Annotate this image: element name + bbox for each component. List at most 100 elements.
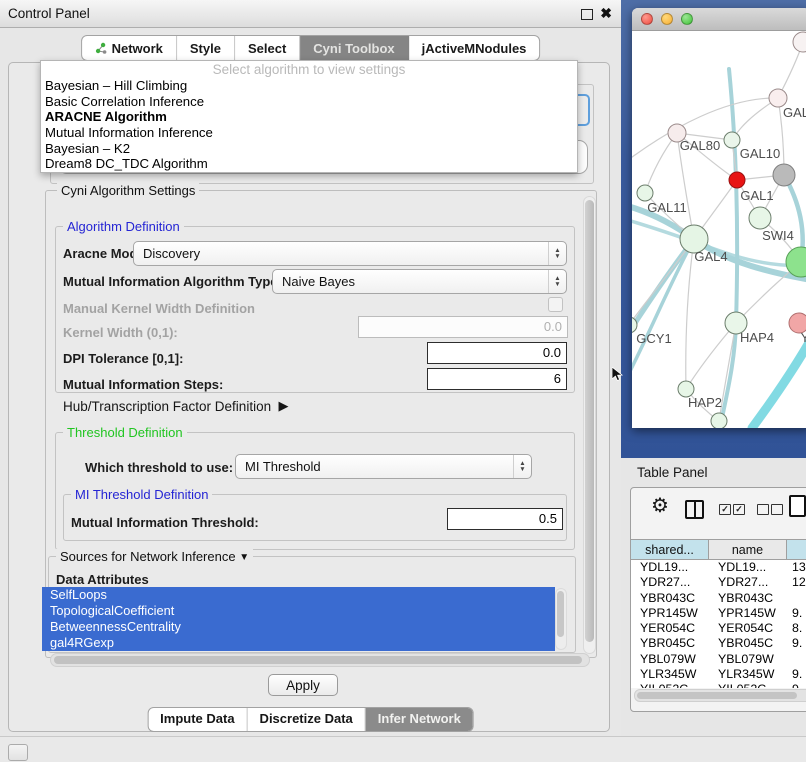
bottom-tab-impute-data[interactable]: Impute Data — [148, 708, 247, 731]
tab-cyni-toolbox[interactable]: Cyni Toolbox — [300, 36, 408, 60]
application-window: Control Panel ✖ Network StyleSelectCyni T… — [0, 0, 806, 762]
control-panel-titlebar: Control Panel ✖ — [0, 0, 621, 28]
algorithm-option-dream8-dc-tdc-algorithm[interactable]: Dream8 DC_TDC Algorithm — [41, 156, 577, 172]
checked-checkbox-icon[interactable]: ✓ — [719, 504, 731, 515]
collapsed-panel-button[interactable] — [8, 744, 28, 761]
gal10-node[interactable] — [724, 132, 740, 148]
network-window-titlebar[interactable] — [632, 8, 806, 31]
table-cell: YER054C — [709, 621, 787, 636]
column-header-2[interactable] — [787, 540, 806, 559]
table-cell: 8. — [787, 621, 806, 636]
node-label-gal11: GAL11 — [647, 200, 687, 215]
table-cell: 9. — [787, 606, 806, 621]
settings-vertical-scrollbar[interactable] — [583, 196, 596, 654]
unlabeled-node[interactable] — [773, 164, 795, 186]
scrollbar-thumb[interactable] — [54, 656, 582, 664]
table-cell: YDR27... — [631, 575, 709, 590]
unlabeled-node[interactable] — [711, 413, 727, 428]
algorithm-option-bayesian-k2[interactable]: Bayesian – K2 — [41, 141, 577, 157]
hub-definition-toggle[interactable]: Hub/Transcription Factor Definition ▶ — [63, 399, 288, 415]
attribute-option-betweennesscentrality[interactable]: BetweennessCentrality — [42, 619, 555, 635]
table-row[interactable]: YPR145WYPR145W9. — [631, 606, 806, 621]
algorithm-definition-legend: Algorithm Definition — [63, 219, 184, 234]
table-cell: YDR27... — [709, 575, 787, 590]
unchecked-checkbox-icon[interactable] — [771, 504, 783, 515]
bottom-tab-infer-network[interactable]: Infer Network — [366, 708, 473, 731]
table-row[interactable]: YER054CYER054C8. — [631, 621, 806, 636]
gear-icon[interactable]: ⚙ — [651, 495, 669, 517]
split-columns-icon[interactable] — [685, 500, 704, 519]
which-threshold-label: Which threshold to use: — [85, 460, 233, 475]
algorithm-option-aracne-algorithm[interactable]: ARACNE Algorithm — [41, 109, 577, 125]
tab-jactivemnodules[interactable]: jActiveMNodules — [409, 36, 540, 60]
node-label-gal4: GAL4 — [694, 249, 727, 264]
node-label-swi4: SWI4 — [762, 228, 794, 243]
column-header-name[interactable]: name — [709, 540, 787, 559]
scrollbar-thumb[interactable] — [557, 591, 564, 637]
table-cell: YIL052C — [631, 682, 709, 688]
zoom-traffic-light[interactable] — [681, 13, 693, 25]
attributes-scrollbar[interactable] — [555, 588, 567, 650]
table-cell: YLR345W — [631, 667, 709, 682]
table-row[interactable]: YBR043CYBR043C — [631, 591, 806, 606]
stepper-icon: ▲▼ — [548, 242, 566, 265]
threshold-definition-legend: Threshold Definition — [63, 425, 187, 440]
mouse-cursor — [612, 367, 624, 382]
unlabeled-node[interactable] — [769, 89, 787, 107]
sources-legend[interactable]: Sources for Network Inference ▼ — [56, 549, 253, 564]
gal11-node[interactable] — [637, 185, 653, 201]
mi-algorithm-type-combo[interactable]: Naive Bayes ▲▼ — [272, 269, 567, 294]
close-traffic-light[interactable] — [641, 13, 653, 25]
mi-steps-field[interactable]: 6 — [427, 368, 567, 390]
close-icon[interactable]: ✖ — [600, 5, 612, 22]
table-row[interactable]: YDR27...YDR27...12 — [631, 575, 806, 590]
algorithm-option-basic-correlation-inference[interactable]: Basic Correlation Inference — [41, 94, 577, 110]
table-row[interactable]: YBL079WYBL079W — [631, 652, 806, 667]
minimize-traffic-light[interactable] — [661, 13, 673, 25]
unlabeled-node[interactable] — [729, 172, 745, 188]
aracne-mode-combo[interactable]: Discovery ▲▼ — [133, 241, 567, 266]
tab-select[interactable]: Select — [235, 36, 300, 60]
table-row[interactable]: YBR045CYBR045C9. — [631, 636, 806, 651]
document-icon[interactable] — [789, 495, 806, 517]
gal1-node[interactable] — [749, 207, 771, 229]
node-label-gal80: GAL80 — [680, 138, 720, 153]
tab-style[interactable]: Style — [177, 36, 235, 60]
settings-horizontal-scrollbar[interactable] — [50, 653, 590, 667]
network-window[interactable]: GAL80GAL10GAL1GAL11GAL4SWI4GALGCY1HAP4HA… — [632, 8, 806, 428]
table-cell: YLR345W — [709, 667, 787, 682]
checked-checkbox-icon[interactable]: ✓ — [733, 504, 745, 515]
tab-network[interactable]: Network — [82, 36, 177, 60]
attribute-option-topologicalcoefficient[interactable]: TopologicalCoefficient — [42, 603, 555, 619]
algorithm-option-bayesian-hill-climbing[interactable]: Bayesian – Hill Climbing — [41, 78, 577, 94]
network-canvas[interactable]: GAL80GAL10GAL1GAL11GAL4SWI4GALGCY1HAP4HA… — [632, 31, 806, 428]
mi-threshold-label: Mutual Information Threshold: — [71, 515, 259, 530]
table-cell: YIL052C — [709, 682, 787, 688]
unchecked-checkbox-icon[interactable] — [757, 504, 769, 515]
attribute-option-selfloops[interactable]: SelfLoops — [42, 587, 555, 603]
float-window-icon[interactable] — [581, 9, 593, 20]
column-header-shared[interactable]: shared... — [631, 540, 709, 559]
mi-threshold-field[interactable]: 0.5 — [447, 508, 563, 530]
scrollbar-thumb[interactable] — [637, 692, 797, 699]
scrollbar-thumb[interactable] — [585, 200, 594, 642]
manual-kernel-width-checkbox[interactable] — [548, 297, 563, 312]
bottom-tab-discretize-data[interactable]: Discretize Data — [248, 708, 366, 731]
table-cell: YBR043C — [631, 591, 709, 606]
node-label-hap2: HAP2 — [688, 395, 722, 410]
unlabeled-node[interactable] — [793, 32, 806, 52]
table-row[interactable]: YIL052CYIL052C9 — [631, 682, 806, 688]
tab-label: Network — [112, 41, 163, 56]
apply-button[interactable]: Apply — [268, 674, 338, 696]
table-row[interactable]: YLR345WYLR345W9. — [631, 667, 806, 682]
which-threshold-combo[interactable]: MI Threshold ▲▼ — [235, 454, 532, 479]
attribute-option-gal4rgexp[interactable]: gal4RGexp — [42, 635, 555, 651]
node-label-y: Y — [801, 330, 806, 345]
table-cell: 9 — [787, 682, 806, 688]
kernel-width-field[interactable]: 0.0 — [358, 316, 568, 338]
table-horizontal-scrollbar[interactable] — [634, 689, 806, 702]
algorithm-option-mutual-information-inference[interactable]: Mutual Information Inference — [41, 125, 577, 141]
data-attributes-label: Data Attributes — [56, 572, 149, 587]
dpi-tolerance-field[interactable]: 0.0 — [427, 342, 567, 364]
table-row[interactable]: YDL19...YDL19...13 — [631, 560, 806, 575]
